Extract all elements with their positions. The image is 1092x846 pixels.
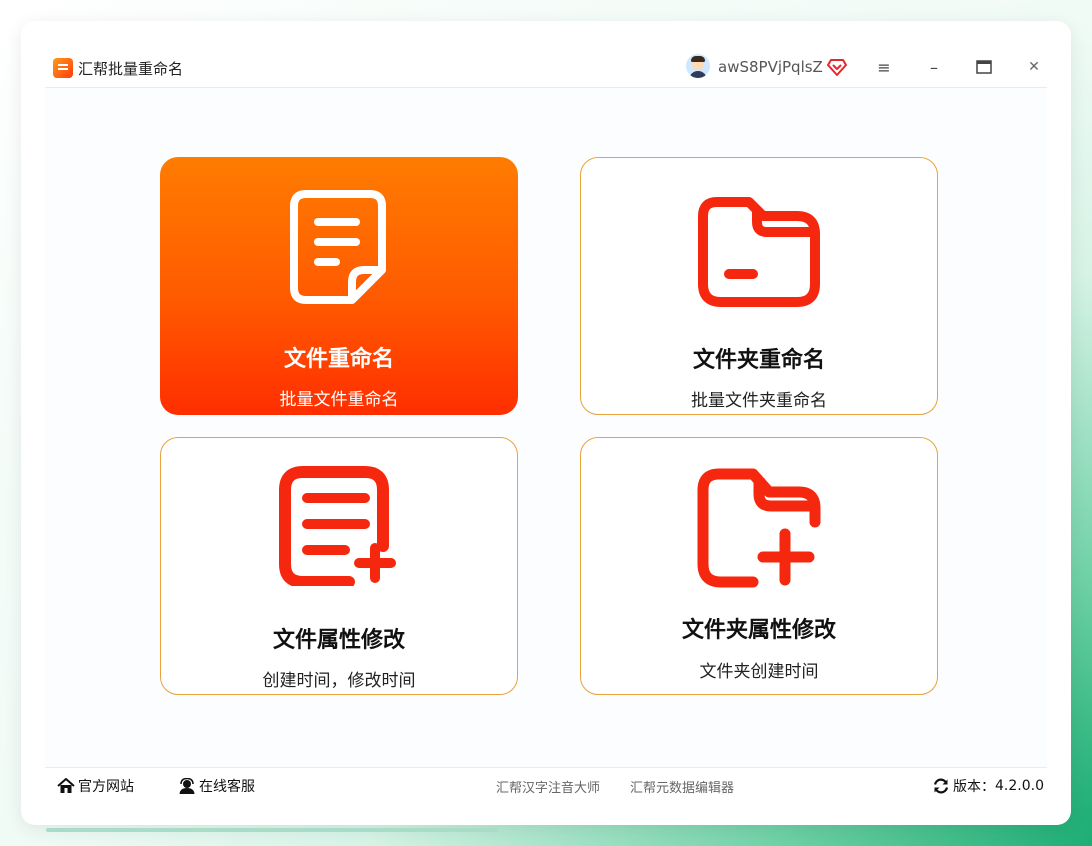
app-window: 汇帮批量重命名 awS8PVjPqlsZ ≡ – ✕ 文件重命名 批量文件重命名… [21, 21, 1071, 825]
maximize-button[interactable] [974, 57, 994, 77]
card-subtitle: 文件夹创建时间 [699, 662, 819, 682]
close-icon: ✕ [1028, 59, 1040, 75]
folder-icon [698, 197, 820, 307]
card-folder-rename[interactable]: 文件夹重命名 批量文件夹重命名 [580, 157, 938, 415]
maximize-icon [976, 60, 992, 74]
card-subtitle: 批量文件重命名 [279, 390, 399, 410]
support-link[interactable]: 在线客服 [178, 776, 255, 796]
version-info[interactable]: 版本： 4.2.0.0 [932, 776, 1044, 796]
app-logo-icon [53, 58, 73, 78]
vip-diamond-icon[interactable] [827, 57, 847, 77]
card-title: 文件重命名 [283, 347, 394, 372]
user-avatar[interactable] [686, 54, 710, 78]
horizontal-scrollbar[interactable] [46, 828, 499, 832]
app-title: 汇帮批量重命名 [78, 60, 184, 78]
card-title: 文件夹属性修改 [681, 618, 836, 643]
home-icon [57, 778, 75, 793]
customer-service-icon [179, 778, 195, 794]
folder-add-icon [697, 468, 821, 588]
card-title: 文件属性修改 [272, 628, 405, 653]
title-bar: 汇帮批量重命名 awS8PVjPqlsZ ≡ – ✕ [45, 47, 1047, 88]
hanzi-pinyin-link[interactable]: 汇帮汉字注音大师 [496, 777, 600, 796]
document-add-icon [279, 466, 396, 586]
website-label: 官方网站 [78, 779, 134, 795]
version-label: 版本： [953, 779, 995, 795]
minimize-button[interactable]: – [924, 57, 944, 77]
status-bar: 官方网站 在线客服 汇帮汉字注音大师 汇帮元数据编辑器 版本： 4.2.0.0 [45, 767, 1047, 801]
app-content: 汇帮批量重命名 awS8PVjPqlsZ ≡ – ✕ 文件重命名 批量文件重命名… [45, 47, 1047, 801]
document-icon [290, 190, 386, 304]
card-subtitle: 创建时间，修改时间 [262, 671, 416, 691]
support-label: 在线客服 [199, 779, 255, 795]
card-title: 文件夹重命名 [692, 348, 825, 373]
metadata-editor-link[interactable]: 汇帮元数据编辑器 [630, 777, 734, 796]
refresh-icon [933, 778, 949, 794]
card-subtitle: 批量文件夹重命名 [691, 391, 827, 411]
card-file-rename[interactable]: 文件重命名 批量文件重命名 [160, 157, 518, 415]
version-number: 4.2.0.0 [995, 778, 1044, 794]
website-link[interactable]: 官方网站 [57, 776, 134, 796]
card-folder-attribute[interactable]: 文件夹属性修改 文件夹创建时间 [580, 437, 938, 695]
minimize-icon: – [930, 57, 938, 77]
username[interactable]: awS8PVjPqlsZ [718, 58, 823, 76]
close-button[interactable]: ✕ [1024, 57, 1044, 77]
card-file-attribute[interactable]: 文件属性修改 创建时间，修改时间 [160, 437, 518, 695]
menu-button[interactable]: ≡ [874, 57, 894, 77]
menu-icon: ≡ [877, 57, 891, 77]
